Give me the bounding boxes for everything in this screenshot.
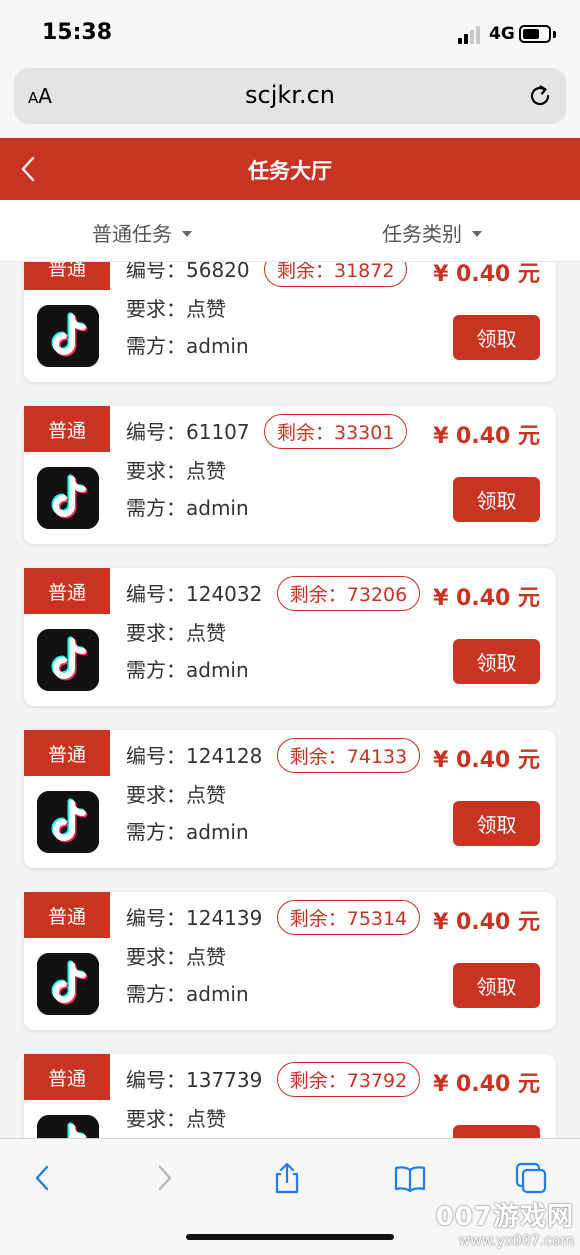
task-list: 普通 编号：56820 剩余：31872 要求：点赞 需方：admin ¥ 0.… xyxy=(0,262,580,1138)
task-tier-badge: 普通 xyxy=(24,568,110,614)
network-type: 4G xyxy=(489,24,515,44)
remaining-count-badge: 剩余：31872 xyxy=(263,262,408,287)
battery-icon xyxy=(519,25,551,43)
task-owner: admin xyxy=(186,658,249,682)
status-time: 15:38 xyxy=(42,20,113,45)
task-id-line: 编号：124139 剩余：75314 xyxy=(126,900,421,937)
task-card-124128[interactable]: 普通 编号：124128 剩余：74133 要求：点赞 需方：admin ¥ 0… xyxy=(24,730,556,868)
task-price: ¥ 0.40 元 xyxy=(433,586,540,611)
tiktok-icon xyxy=(37,305,99,367)
task-requirement: 点赞 xyxy=(186,783,226,807)
remaining-count-badge: 剩余：75314 xyxy=(276,900,421,935)
task-requirement: 点赞 xyxy=(186,297,226,321)
task-price: ¥ 0.40 元 xyxy=(433,262,540,287)
tiktok-icon xyxy=(37,629,99,691)
task-id: 56820 xyxy=(186,262,250,282)
filter-task-tier[interactable]: 普通任务 xyxy=(92,218,192,247)
claim-button[interactable]: 领取 xyxy=(453,801,540,846)
task-owner-line: 需方：admin xyxy=(126,982,249,1006)
task-id-line: 编号：56820 剩余：31872 xyxy=(126,262,408,289)
task-id: 124139 xyxy=(186,906,263,930)
task-id: 137739 xyxy=(186,1068,263,1092)
caret-down-icon xyxy=(472,231,482,237)
task-requirement: 点赞 xyxy=(186,945,226,969)
url-text[interactable]: scjkr.cn xyxy=(14,81,566,109)
address-bar[interactable]: AA scjkr.cn xyxy=(14,68,566,124)
remaining-count-badge: 剩余：74133 xyxy=(276,738,421,773)
watermark: 007游戏网 www.yx007.com xyxy=(435,1202,574,1249)
claim-button[interactable]: 领取 xyxy=(453,1125,540,1138)
task-requirement: 点赞 xyxy=(186,621,226,645)
task-tier-badge: 普通 xyxy=(24,730,110,776)
cellular-signal-icon xyxy=(458,26,484,44)
tiktok-icon xyxy=(37,1115,99,1138)
task-id: 61107 xyxy=(186,420,250,444)
battery-cap xyxy=(553,31,556,38)
task-owner-line: 需方：admin xyxy=(126,658,249,682)
task-card-137739[interactable]: 普通 编号：137739 剩余：73792 要求：点赞 ¥ 0.40 元 xyxy=(24,1054,556,1138)
tiktok-icon xyxy=(37,791,99,853)
browser-address-area: AA scjkr.cn xyxy=(0,56,580,138)
filter-task-category[interactable]: 任务类别 xyxy=(382,218,482,247)
tiktok-icon xyxy=(37,467,99,529)
task-price: ¥ 0.40 元 xyxy=(433,424,540,449)
task-id: 124128 xyxy=(186,744,263,768)
task-requirement-line: 要求：点赞 xyxy=(126,459,226,483)
task-owner-line: 需方：admin xyxy=(126,334,249,358)
task-owner: admin xyxy=(186,820,249,844)
task-requirement-line: 要求：点赞 xyxy=(126,1107,226,1131)
task-owner-line: 需方：admin xyxy=(126,820,249,844)
task-card-61107[interactable]: 普通 编号：61107 剩余：33301 要求：点赞 需方：admin ¥ 0.… xyxy=(24,406,556,544)
tiktok-icon xyxy=(37,953,99,1015)
task-tier-badge: 普通 xyxy=(24,1054,110,1100)
claim-button[interactable]: 领取 xyxy=(453,639,540,684)
bookmarks-icon[interactable] xyxy=(393,1161,427,1195)
task-id: 124032 xyxy=(186,582,263,606)
remaining-count-badge: 剩余：73792 xyxy=(276,1062,421,1097)
app-header: 任务大厅 xyxy=(0,138,580,200)
task-tier-badge: 普通 xyxy=(24,262,110,290)
task-owner: admin xyxy=(186,982,249,1006)
task-id-line: 编号：124032 剩余：73206 xyxy=(126,576,421,613)
claim-button[interactable]: 领取 xyxy=(453,315,540,360)
task-requirement-line: 要求：点赞 xyxy=(126,621,226,645)
reload-icon[interactable] xyxy=(526,82,554,110)
caret-down-icon xyxy=(182,231,192,237)
back-arrow-icon[interactable] xyxy=(26,1161,60,1195)
task-list-viewport[interactable]: 普通 编号：56820 剩余：31872 要求：点赞 需方：admin ¥ 0.… xyxy=(0,262,580,1138)
task-id-line: 编号：137739 剩余：73792 xyxy=(126,1062,421,1099)
remaining-count-badge: 剩余：33301 xyxy=(263,414,408,449)
task-owner: admin xyxy=(186,496,249,520)
claim-button[interactable]: 领取 xyxy=(453,963,540,1008)
filter-bar: 普通任务 任务类别 xyxy=(0,200,580,262)
task-card-124032[interactable]: 普通 编号：124032 剩余：73206 要求：点赞 需方：admin ¥ 0… xyxy=(24,568,556,706)
task-id-line: 编号：124128 剩余：74133 xyxy=(126,738,421,775)
share-icon[interactable] xyxy=(270,1161,304,1195)
forward-arrow-icon[interactable] xyxy=(147,1161,181,1195)
filter-task-category-label: 任务类别 xyxy=(382,222,462,246)
task-owner-line: 需方：admin xyxy=(126,496,249,520)
claim-button[interactable]: 领取 xyxy=(453,477,540,522)
task-tier-badge: 普通 xyxy=(24,892,110,938)
page-title: 任务大厅 xyxy=(248,159,332,183)
task-price: ¥ 0.40 元 xyxy=(433,1072,540,1097)
task-requirement: 点赞 xyxy=(186,1107,226,1131)
home-indicator xyxy=(186,1234,394,1240)
task-card-56820[interactable]: 普通 编号：56820 剩余：31872 要求：点赞 需方：admin ¥ 0.… xyxy=(24,262,556,382)
task-requirement-line: 要求：点赞 xyxy=(126,783,226,807)
task-price: ¥ 0.40 元 xyxy=(433,910,540,935)
task-id-line: 编号：61107 剩余：33301 xyxy=(126,414,408,451)
task-requirement-line: 要求：点赞 xyxy=(126,297,226,321)
remaining-count-badge: 剩余：73206 xyxy=(276,576,421,611)
tabs-icon[interactable] xyxy=(514,1161,548,1195)
task-requirement-line: 要求：点赞 xyxy=(126,945,226,969)
task-owner: admin xyxy=(186,334,249,358)
task-tier-badge: 普通 xyxy=(24,406,110,452)
task-card-124139[interactable]: 普通 编号：124139 剩余：75314 要求：点赞 需方：admin ¥ 0… xyxy=(24,892,556,1030)
task-requirement: 点赞 xyxy=(186,459,226,483)
filter-task-tier-label: 普通任务 xyxy=(92,222,172,246)
task-price: ¥ 0.40 元 xyxy=(433,748,540,773)
